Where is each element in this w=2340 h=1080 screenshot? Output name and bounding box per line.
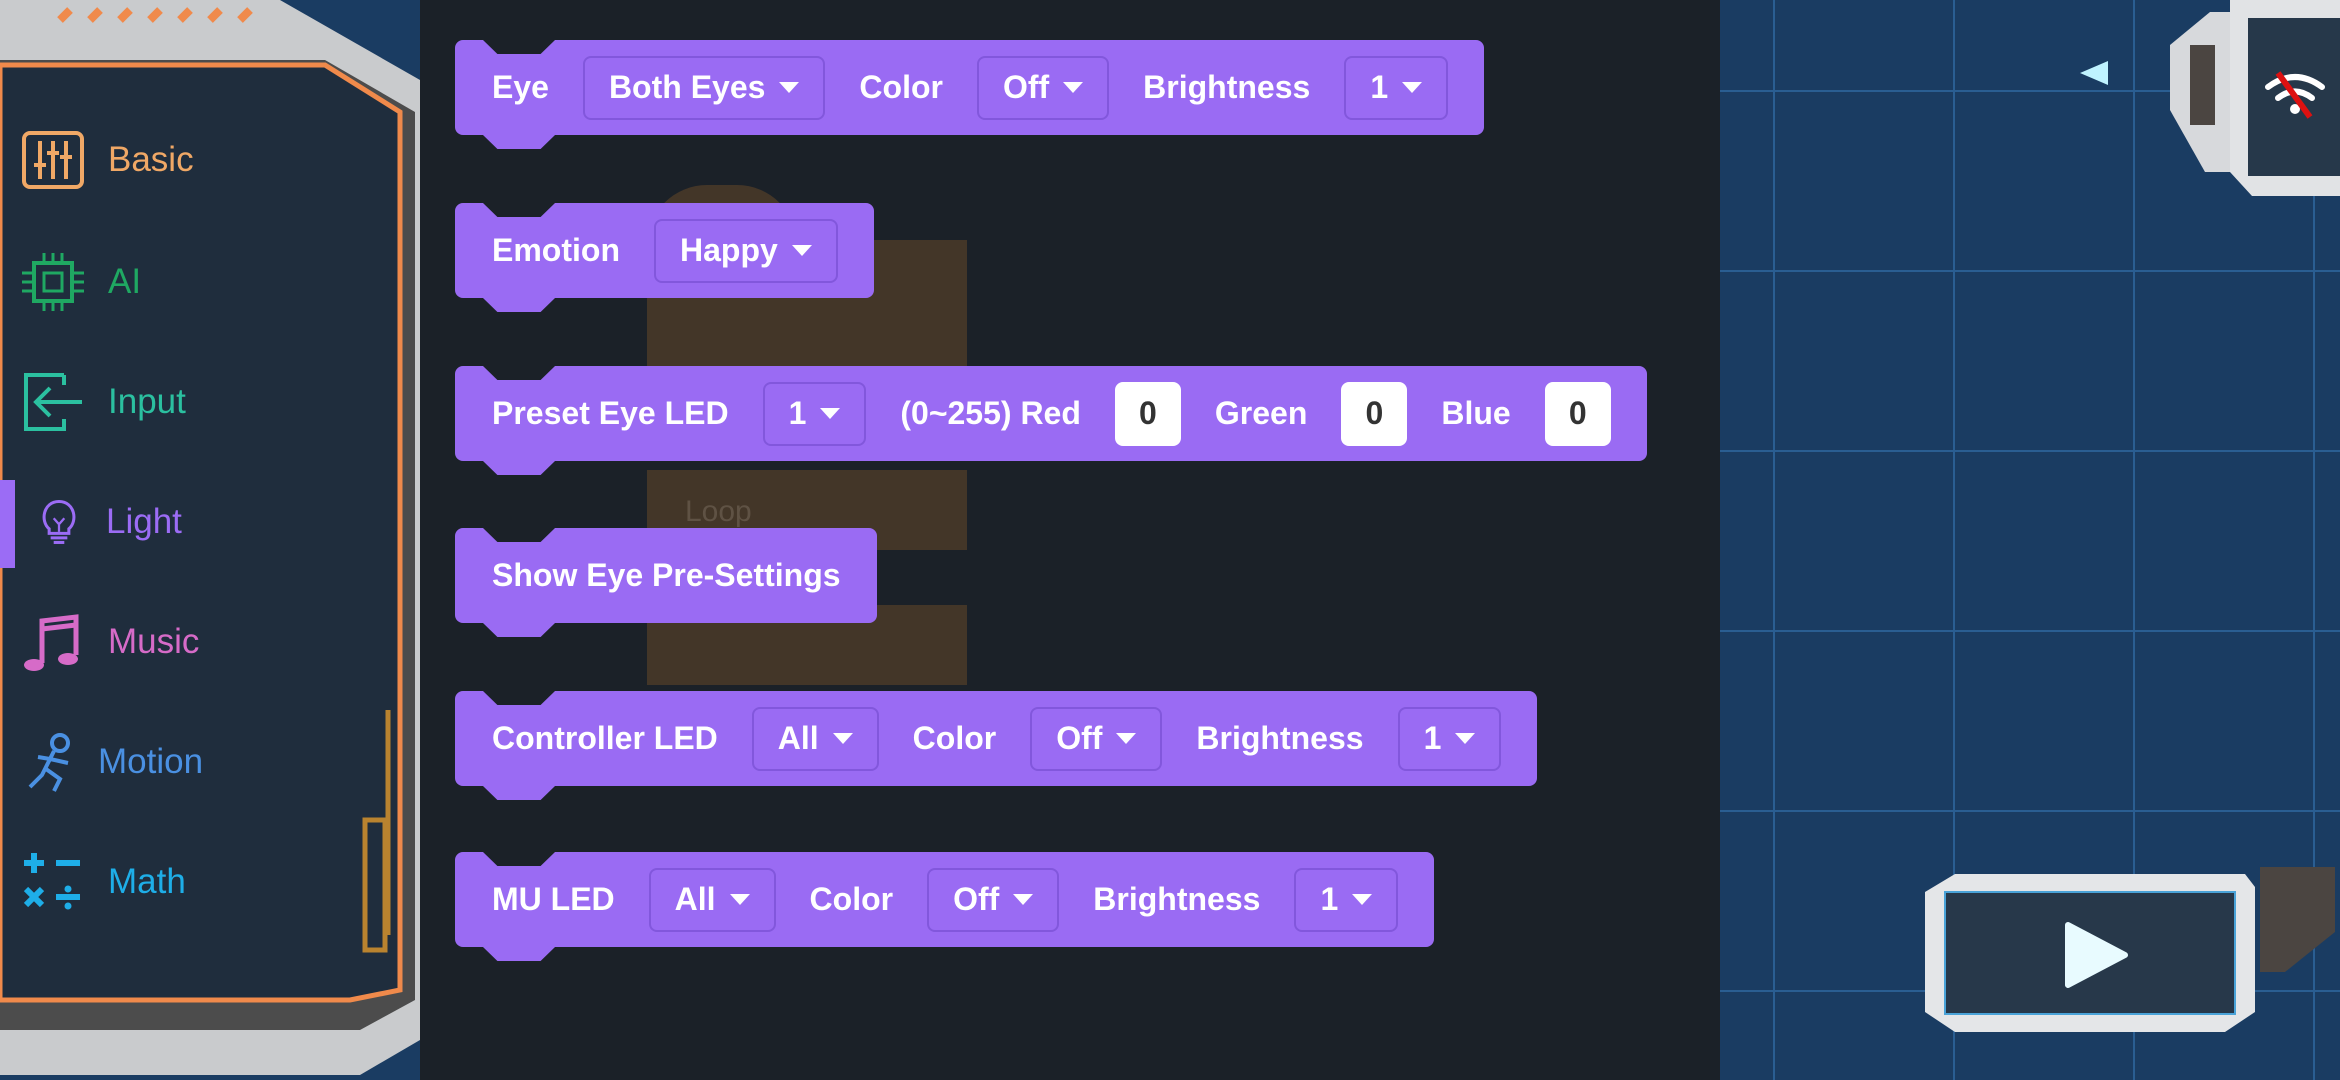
music-note-icon	[24, 614, 79, 671]
controller-led-block[interactable]: Controller LED All Color Off Brightness …	[455, 691, 1538, 786]
sidebar-item-label: Light	[106, 502, 182, 541]
dropdown-value: Both Eyes	[608, 69, 766, 105]
sidebar-item-math[interactable]: Math	[20, 847, 186, 917]
block-label: Show Eye Pre-Settings	[492, 557, 841, 593]
ghost-loop-label: Loop	[685, 495, 752, 528]
chip-icon	[22, 253, 84, 311]
green-input[interactable]: 0	[1341, 381, 1408, 446]
caret-down-icon	[820, 408, 841, 419]
sidebar-item-label: Basic	[108, 140, 194, 179]
sidebar-item-music[interactable]: Music	[20, 607, 199, 677]
dropdown-value: 1	[1423, 720, 1442, 756]
connection-widget[interactable]	[2170, 0, 2340, 196]
math-operators-icon	[23, 853, 80, 910]
running-person-icon	[28, 733, 70, 792]
dropdown-value: Off	[953, 881, 1000, 917]
caret-down-icon	[1402, 82, 1423, 93]
input-arrow-icon	[24, 373, 82, 431]
lightbulb-icon	[42, 500, 76, 544]
preset-eye-led-block[interactable]: Preset Eye LED 1 (0~255) Red 0 Green 0 B…	[455, 366, 1647, 461]
caret-down-icon	[1063, 82, 1084, 93]
caret-down-icon	[779, 82, 800, 93]
dropdown-value: All	[777, 720, 819, 756]
block-label: Color	[809, 881, 894, 917]
eye-brightness-dropdown[interactable]: 1	[1344, 55, 1449, 120]
red-input[interactable]: 0	[1114, 381, 1181, 446]
dropdown-value: 1	[788, 395, 807, 431]
block-label: Preset Eye LED	[492, 395, 729, 431]
dropdown-value: 1	[1370, 69, 1389, 105]
caret-down-icon	[1455, 733, 1476, 744]
caret-down-icon	[1352, 894, 1373, 905]
block-label: Controller LED	[492, 720, 718, 756]
block-label: (0~255) Red	[900, 395, 1081, 431]
blue-input[interactable]: 0	[1544, 381, 1611, 446]
eye-color-dropdown[interactable]: Off	[976, 55, 1110, 120]
category-sidebar: Basic AI Input Light Music Motion Math	[0, 0, 420, 1080]
mu-color-dropdown[interactable]: Off	[927, 867, 1060, 932]
controller-color-dropdown[interactable]: Off	[1030, 706, 1163, 771]
show-eye-presettings-block[interactable]: Show Eye Pre-Settings	[455, 528, 877, 623]
caret-down-icon	[729, 894, 750, 905]
sidebar-item-motion[interactable]: Motion	[20, 727, 203, 797]
caret-down-icon	[1116, 733, 1137, 744]
sidebar-item-ai[interactable]: AI	[20, 247, 141, 317]
mu-brightness-dropdown[interactable]: 1	[1294, 867, 1399, 932]
block-label: MU LED	[492, 881, 615, 917]
caret-down-icon	[1013, 894, 1034, 905]
run-button[interactable]	[1925, 862, 2340, 1034]
wifi-off-icon	[2265, 71, 2325, 119]
block-label: Brightness	[1196, 720, 1364, 756]
dropdown-value: All	[674, 881, 716, 917]
sidebar-item-label: Input	[108, 382, 186, 421]
workspace-canvas[interactable]	[1720, 0, 2340, 1080]
block-label: Color	[912, 720, 997, 756]
eye-target-dropdown[interactable]: Both Eyes	[582, 55, 826, 120]
sidebar-item-input[interactable]: Input	[20, 367, 186, 437]
caret-down-icon	[791, 245, 812, 256]
emotion-dropdown[interactable]: Happy	[653, 218, 838, 283]
sliders-icon	[22, 131, 84, 189]
block-label: Color	[859, 69, 943, 105]
dropdown-value: Off	[1056, 720, 1103, 756]
block-label: Emotion	[492, 232, 620, 268]
sidebar-item-label: Math	[108, 862, 186, 901]
play-icon	[2065, 922, 2128, 988]
sidebar-item-light[interactable]: Light	[34, 487, 182, 557]
block-label: Brightness	[1093, 881, 1261, 917]
sidebar-item-basic[interactable]: Basic	[20, 125, 194, 195]
eye-block[interactable]: Eye Both Eyes Color Off Brightness 1	[455, 40, 1485, 135]
dropdown-value: 1	[1320, 881, 1339, 917]
sidebar-item-label: AI	[108, 262, 142, 301]
caret-down-icon	[832, 733, 853, 744]
preset-index-dropdown[interactable]: 1	[762, 381, 867, 446]
mu-led-block[interactable]: MU LED All Color Off Brightness 1	[455, 852, 1435, 947]
sidebar-item-label: Music	[108, 622, 200, 661]
active-category-indicator	[0, 480, 15, 568]
emotion-block[interactable]: Emotion Happy	[455, 203, 874, 298]
collapse-arrow-icon[interactable]	[2078, 58, 2108, 88]
dropdown-value: Happy	[679, 232, 778, 268]
dropdown-value: Off	[1002, 69, 1050, 105]
block-label: Brightness	[1143, 69, 1311, 105]
block-label: Blue	[1441, 395, 1511, 431]
mu-target-dropdown[interactable]: All	[648, 867, 776, 932]
controller-target-dropdown[interactable]: All	[751, 706, 879, 771]
sidebar-item-label: Motion	[98, 742, 204, 781]
controller-brightness-dropdown[interactable]: 1	[1397, 706, 1502, 771]
block-label: Eye	[492, 69, 549, 105]
block-label: Green	[1214, 395, 1308, 431]
